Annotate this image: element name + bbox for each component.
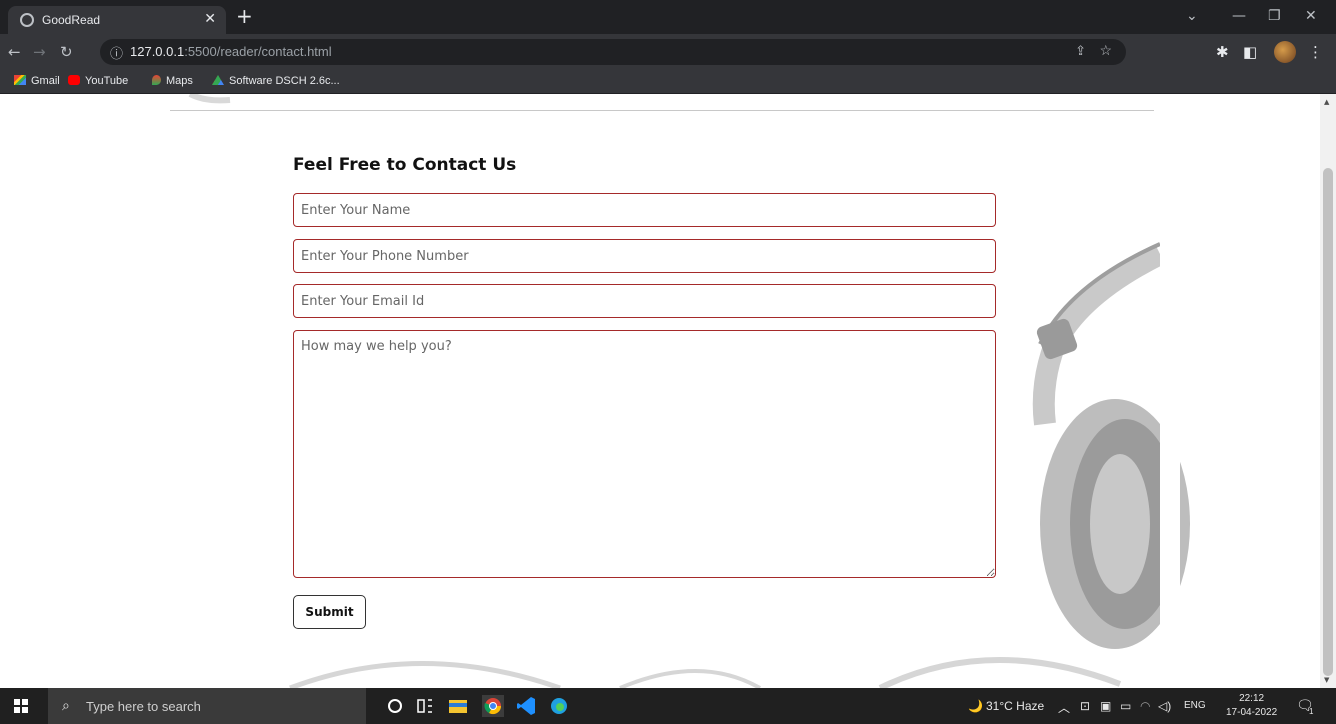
wifi-icon[interactable]: ◠ [1140, 699, 1150, 713]
edge-icon[interactable] [548, 695, 570, 717]
notification-count: 1 [1309, 707, 1314, 716]
clock-date: 17-04-2022 [1226, 707, 1278, 718]
bookmark-label: YouTube [85, 75, 129, 87]
chrome-icon[interactable] [482, 695, 504, 717]
battery-icon[interactable]: ▭ [1120, 699, 1131, 713]
weather-icon[interactable]: 🌙 [968, 699, 983, 713]
close-tab-icon[interactable]: ✕ [204, 11, 216, 27]
browser-tab[interactable]: GoodRead ✕ [8, 6, 226, 34]
youtube-icon [68, 75, 80, 85]
bookmark-label: Gmail [31, 75, 60, 87]
tray-expand-chevron-icon[interactable]: ︿ [1058, 699, 1070, 716]
globe-icon [20, 13, 34, 27]
volume-icon[interactable]: ◁) [1158, 699, 1171, 713]
web-page: Feel Free to Contact Us Submit [0, 94, 1320, 688]
url-host: 127.0.0.1 [130, 44, 185, 59]
profile-avatar[interactable] [1274, 41, 1296, 63]
gmail-icon [14, 75, 26, 85]
close-window-button[interactable]: ✕ [1305, 8, 1317, 24]
tab-title: GoodRead [42, 13, 101, 27]
omnibox[interactable]: ⓘ 127.0.0.1:5500/reader/contact.html ⇪ ☆ [100, 39, 1126, 65]
new-tab-button[interactable]: + [236, 6, 253, 26]
task-view-icon[interactable] [414, 695, 436, 717]
tab-search-chevron-icon[interactable]: ⌄ [1186, 8, 1198, 24]
url-text[interactable]: 127.0.0.1:5500/reader/contact.html [130, 44, 332, 59]
restore-button[interactable]: ❐ [1268, 8, 1281, 24]
email-input[interactable] [293, 284, 996, 318]
reload-icon[interactable]: ↻ [60, 43, 73, 61]
google-drive-icon [212, 75, 224, 85]
message-textarea[interactable] [293, 330, 996, 578]
maps-pin-icon [152, 75, 161, 85]
scroll-down-arrow-icon[interactable]: ▼ [1324, 676, 1329, 684]
bookmark-label: Maps [166, 75, 193, 87]
menu-kebab-icon[interactable]: ⋮ [1308, 43, 1323, 61]
file-explorer-icon[interactable] [447, 695, 469, 717]
scrollbar-thumb[interactable] [1323, 168, 1333, 676]
address-toolbar: ← → ↻ ⓘ 127.0.0.1:5500/reader/contact.ht… [0, 34, 1336, 70]
bookmark-maps[interactable]: Maps [152, 75, 193, 87]
bookmarks-bar: Gmail YouTube Maps Software DSCH 2.6c... [0, 70, 1336, 94]
contact-heading: Feel Free to Contact Us [293, 155, 517, 175]
side-panel-icon[interactable]: ◧ [1243, 43, 1257, 61]
bookmark-gmail[interactable]: Gmail [14, 75, 60, 87]
taskbar-search-box[interactable]: ⌕ Type here to search [48, 688, 366, 724]
bookmark-label: Software DSCH 2.6c... [229, 75, 340, 87]
language-indicator[interactable]: ENG [1184, 700, 1206, 711]
name-input[interactable] [293, 193, 996, 227]
scroll-up-arrow-icon[interactable]: ▲ [1324, 98, 1329, 106]
url-path: :5500/reader/contact.html [184, 44, 332, 59]
phone-input[interactable] [293, 239, 996, 273]
site-info-icon[interactable]: ⓘ [110, 43, 123, 62]
forward-arrow-icon[interactable]: → [33, 43, 46, 61]
cortana-icon[interactable] [384, 695, 406, 717]
header-divider [170, 110, 1154, 111]
search-icon: ⌕ [62, 697, 70, 713]
taskbar-search-placeholder: Type here to search [86, 699, 201, 714]
clock-time: 22:12 [1239, 693, 1265, 704]
extensions-puzzle-icon[interactable]: ✱ [1216, 43, 1229, 61]
tray-app-icon[interactable]: ⊡ [1080, 699, 1090, 713]
minimize-button[interactable]: — [1232, 8, 1246, 24]
browser-tab-bar: GoodRead ✕ + ⌄ — ❐ ✕ [0, 0, 1336, 34]
share-icon[interactable]: ⇪ [1075, 43, 1086, 59]
bookmark-star-icon[interactable]: ☆ [1099, 42, 1112, 59]
page-scrollbar[interactable]: ▲ ▼ [1320, 94, 1336, 688]
weather-text[interactable]: 31°C Haze [986, 699, 1044, 713]
submit-button[interactable]: Submit [293, 595, 366, 629]
vscode-icon[interactable] [515, 695, 537, 717]
back-arrow-icon[interactable]: ← [8, 43, 21, 61]
windows-start-icon[interactable] [14, 699, 28, 713]
windows-taskbar: ⌕ Type here to search 🌙 31°C Haze ︿ ⊡ ▣ … [0, 688, 1336, 724]
system-clock[interactable]: 22:12 17-04-2022 [1226, 692, 1277, 720]
bookmark-software[interactable]: Software DSCH 2.6c... [212, 75, 340, 87]
bookmark-youtube[interactable]: YouTube [68, 75, 128, 87]
tray-meet-icon[interactable]: ▣ [1100, 699, 1111, 713]
